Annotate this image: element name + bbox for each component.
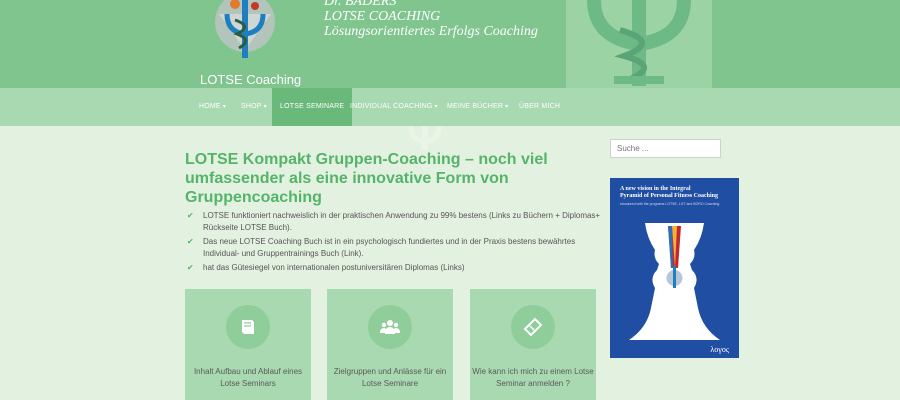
checkmark-icon: ✔ <box>187 263 194 272</box>
ticket-icon <box>511 305 555 349</box>
card-registration[interactable]: Wie kann ich mich zu einem Lotse Seminar… <box>470 289 596 400</box>
list-item-text: hat das Gütesiegel von internationalen p… <box>203 263 465 272</box>
site-tagline: Dr. BADERS LOTSE COACHING Lösungsorienti… <box>324 0 538 39</box>
nav-item-meine-buecher[interactable]: MEINE BÜCHER ▾ <box>447 88 508 126</box>
site-title[interactable]: LOTSE Coaching <box>200 72 301 87</box>
list-item: ✔ LOTSE funktioniert nachweislich in der… <box>185 210 605 234</box>
card-text: Wie kann ich mich zu einem Lotse Seminar… <box>472 367 594 388</box>
card-text: Zielgruppen und Anlässe für ein Lotse Se… <box>333 367 447 388</box>
tagline-line: Dr. BADERS <box>324 0 397 9</box>
list-item-text: LOTSE funktioniert nachweislich in der p… <box>203 211 601 232</box>
nav-item-shop[interactable]: SHOP ▾ <box>241 88 267 126</box>
checkmark-icon: ✔ <box>187 237 194 246</box>
chevron-down-icon: ▾ <box>505 104 509 110</box>
book-cover-illustration <box>629 223 720 340</box>
nav-item-individual-coaching[interactable]: INDIVIDUAL COACHING ▾ <box>350 88 438 126</box>
chevron-down-icon: ▾ <box>434 104 438 110</box>
site-logo[interactable] <box>205 0 285 62</box>
header-psi-emblem <box>566 0 712 88</box>
search-input[interactable] <box>610 139 721 158</box>
nav-item-label: HOME <box>199 103 221 110</box>
list-item-text: Das neue LOTSE Coaching Buch ist in ein … <box>203 237 576 258</box>
checkmark-icon: ✔ <box>187 211 194 220</box>
card-text: Inhalt Aufbau und Ablauf eines Lotse Sem… <box>193 367 303 388</box>
page-title: LOTSE Kompakt Gruppen-Coaching – noch vi… <box>185 151 548 206</box>
card-target-groups[interactable]: Zielgruppen und Anlässe für ein Lotse Se… <box>327 289 453 400</box>
nav-item-label: INDIVIDUAL COACHING <box>350 103 433 110</box>
tagline-line: LOTSE COACHING <box>324 9 441 24</box>
nav-item-label: ÜBER MICH <box>519 103 561 110</box>
chevron-down-icon: ▾ <box>222 104 227 110</box>
book-cover[interactable]: A new vision in the Integral Pyramid of … <box>610 178 739 358</box>
chevron-down-icon: ▾ <box>263 104 267 110</box>
nav-item-lotse-seminare[interactable]: LOTSE SEMINARE <box>272 88 353 126</box>
tagline-line: Lösungsorientiertes Erfolgs Coaching <box>324 24 538 39</box>
nav-item-home[interactable]: HOME ▾ <box>199 88 226 126</box>
nav-item-ueber-mich[interactable]: ÜBER MICH <box>519 88 560 126</box>
feature-list: ✔ LOTSE funktioniert nachweislich in der… <box>185 210 605 276</box>
nav-item-label: LOTSE SEMINARE <box>280 103 345 110</box>
list-item: ✔ Das neue LOTSE Coaching Buch ist in ei… <box>185 236 605 260</box>
list-item: ✔ hat das Gütesiegel von internationalen… <box>185 262 605 274</box>
site-header: Dr. BADERS LOTSE COACHING Lösungsorienti… <box>0 0 900 88</box>
main-nav: HOME ▾ SHOP ▾ LOTSE SEMINARE INDIVIDUAL CO… <box>0 88 900 126</box>
group-icon <box>368 305 412 349</box>
card-seminar-content[interactable]: Inhalt Aufbau und Ablauf eines Lotse Sem… <box>185 289 311 400</box>
nav-item-label: SHOP <box>241 103 262 110</box>
book-publisher: λογος <box>710 345 729 354</box>
book-icon <box>226 305 270 349</box>
nav-item-label: MEINE BÜCHER <box>447 103 504 110</box>
